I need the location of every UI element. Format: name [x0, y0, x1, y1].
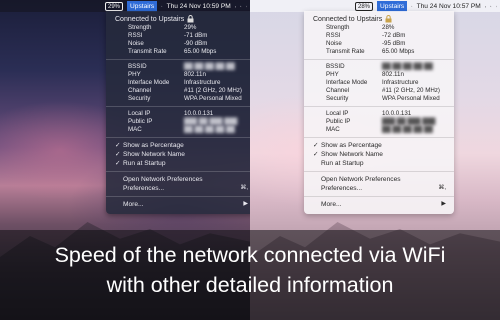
detail-row: BSSID ██ ██ ██ ██ ██ [128, 63, 235, 70]
network-details: BSSID ██ ██ ██ ██ ██ PHY 802.11n Interface… [106, 63, 250, 103]
spotlight-search-icon[interactable] [240, 2, 242, 11]
detail-row: BSSID ██ ██ ██ ██ ██ [326, 63, 433, 70]
stat-row: Transmit Rate 65.00 Mbps [326, 48, 415, 55]
connection-title: Connected to Upstairs [106, 13, 250, 24]
redacted-value: ██ ██ ██ ██ ██ [184, 63, 235, 70]
divider [106, 196, 250, 197]
open-network-preferences-item[interactable]: Open Network Preferences [106, 175, 250, 184]
stat-row: Noise -95 dBm [326, 40, 406, 47]
address-info: Local IP 10.0.0.131 Public IP ███ ██ ███ █… [304, 110, 454, 134]
checkmark-icon: ✓ [115, 142, 121, 149]
caption-line-1: Speed of the network connected via WiFi [54, 243, 446, 267]
lock-icon [187, 15, 194, 23]
open-network-preferences-item[interactable]: Open Network Preferences [304, 175, 454, 184]
keyboard-shortcut: ⌘, [438, 185, 446, 191]
stat-row: Transmit Rate 65.00 Mbps [128, 48, 217, 55]
address-row: Public IP ███ ██ ███ ███ [326, 118, 436, 125]
checkmark-icon: ✓ [313, 151, 319, 158]
more-submenu-item[interactable]: More... ▶ [304, 200, 454, 209]
checkmark-icon: ✓ [313, 142, 319, 149]
divider [106, 171, 250, 172]
address-row: MAC ██ ██ ██ ██ ██ [128, 126, 235, 133]
marketing-caption: Speed of the network connected via WiFi … [0, 230, 500, 320]
signal-stats: Strength 29% RSSI -71 dBm Noise -90 dBm Tra… [106, 24, 250, 56]
caption-line-2: with other detailed information [106, 273, 394, 297]
address-row: Local IP 10.0.0.131 [128, 110, 214, 117]
stat-row: Noise -90 dBm [128, 40, 208, 47]
redacted-value: ███ ██ ███ ███ [184, 118, 238, 125]
run-at-startup-item[interactable]: ✓ Run at Startup [106, 159, 250, 168]
address-info: Local IP 10.0.0.131 Public IP ███ ██ ███ █… [106, 110, 250, 134]
submenu-arrow-icon: ▶ [243, 201, 248, 207]
connection-title: Connected to Upstairs [304, 13, 454, 24]
divider [106, 106, 250, 107]
detail-row: Security WPA Personal Mixed [326, 95, 440, 102]
detail-row: Security WPA Personal Mixed [128, 95, 242, 102]
divider [106, 59, 250, 60]
redacted-value: ██ ██ ██ ██ ██ [382, 126, 433, 133]
keyboard-shortcut: ⌘, [240, 185, 248, 191]
stat-row: RSSI -71 dBm [128, 32, 208, 39]
show-network-name-item[interactable]: ✓ Show Network Name [106, 150, 250, 159]
preferences-item[interactable]: Preferences... ⌘, [106, 184, 250, 193]
user-icon[interactable] [484, 2, 487, 11]
show-as-percentage-item[interactable]: ✓ Show as Percentage [304, 141, 454, 150]
menu-bar-clock[interactable]: Thu 24 Nov 10:57 PM [417, 3, 481, 10]
network-name-menu-item[interactable]: Upstairs [127, 0, 158, 12]
notification-center-icon[interactable] [245, 2, 247, 11]
detail-row: PHY 802.11n [128, 71, 206, 78]
detail-row: PHY 802.11n [326, 71, 404, 78]
divider [304, 196, 454, 197]
detail-row: Channel #11 (2 GHz, 20 MHz) [128, 87, 242, 94]
more-submenu-item[interactable]: More... ▶ [106, 200, 250, 209]
detail-row: Channel #11 (2 GHz, 20 MHz) [326, 87, 440, 94]
wifi-status-dropdown: Connected to Upstairs Strength 29% RSSI -7… [106, 11, 250, 214]
submenu-arrow-icon: ▶ [441, 201, 446, 207]
divider [304, 59, 454, 60]
show-network-name-item[interactable]: ✓ Show Network Name [304, 150, 454, 159]
wifi-percent-item[interactable]: 29% [105, 1, 124, 11]
divider [304, 171, 454, 172]
detail-row: Interface Mode Infrastructure [128, 79, 221, 86]
menu-bar-clock[interactable]: Thu 24 Nov 10:59 PM [167, 3, 231, 10]
network-name-menu-item[interactable]: Upstairs [377, 0, 408, 12]
lock-icon [385, 15, 392, 23]
run-at-startup-item[interactable]: Run at Startup [304, 159, 454, 168]
wifi-icon[interactable] [161, 2, 163, 11]
detail-row: Interface Mode Infrastructure [326, 79, 419, 86]
checkmark-icon: ✓ [115, 151, 121, 158]
show-as-percentage-item[interactable]: ✓ Show as Percentage [106, 141, 250, 150]
wifi-percent-item[interactable]: 28% [355, 1, 374, 11]
stat-row: Strength 29% [128, 24, 197, 31]
wifi-icon[interactable] [411, 2, 413, 11]
checkmark-icon: ✓ [115, 160, 121, 167]
signal-stats: Strength 28% RSSI -72 dBm Noise -95 dBm Tra… [304, 24, 454, 56]
redacted-value: ██ ██ ██ ██ ██ [184, 126, 235, 133]
notification-center-icon[interactable] [495, 2, 497, 11]
stat-row: Strength 28% [326, 24, 395, 31]
address-row: Public IP ███ ██ ███ ███ [128, 118, 238, 125]
divider [304, 137, 454, 138]
divider [304, 106, 454, 107]
address-row: Local IP 10.0.0.131 [326, 110, 412, 117]
address-row: MAC ██ ██ ██ ██ ██ [326, 126, 433, 133]
preferences-item[interactable]: Preferences... ⌘, [304, 184, 454, 193]
spotlight-search-icon[interactable] [490, 2, 492, 11]
divider [106, 137, 250, 138]
stat-row: RSSI -72 dBm [326, 32, 406, 39]
wifi-status-dropdown: Connected to Upstairs Strength 28% RSSI -7… [304, 11, 454, 214]
network-details: BSSID ██ ██ ██ ██ ██ PHY 802.11n Interface… [304, 63, 454, 103]
redacted-value: ███ ██ ███ ███ [382, 118, 436, 125]
redacted-value: ██ ██ ██ ██ ██ [382, 63, 433, 70]
user-icon[interactable] [234, 2, 237, 11]
